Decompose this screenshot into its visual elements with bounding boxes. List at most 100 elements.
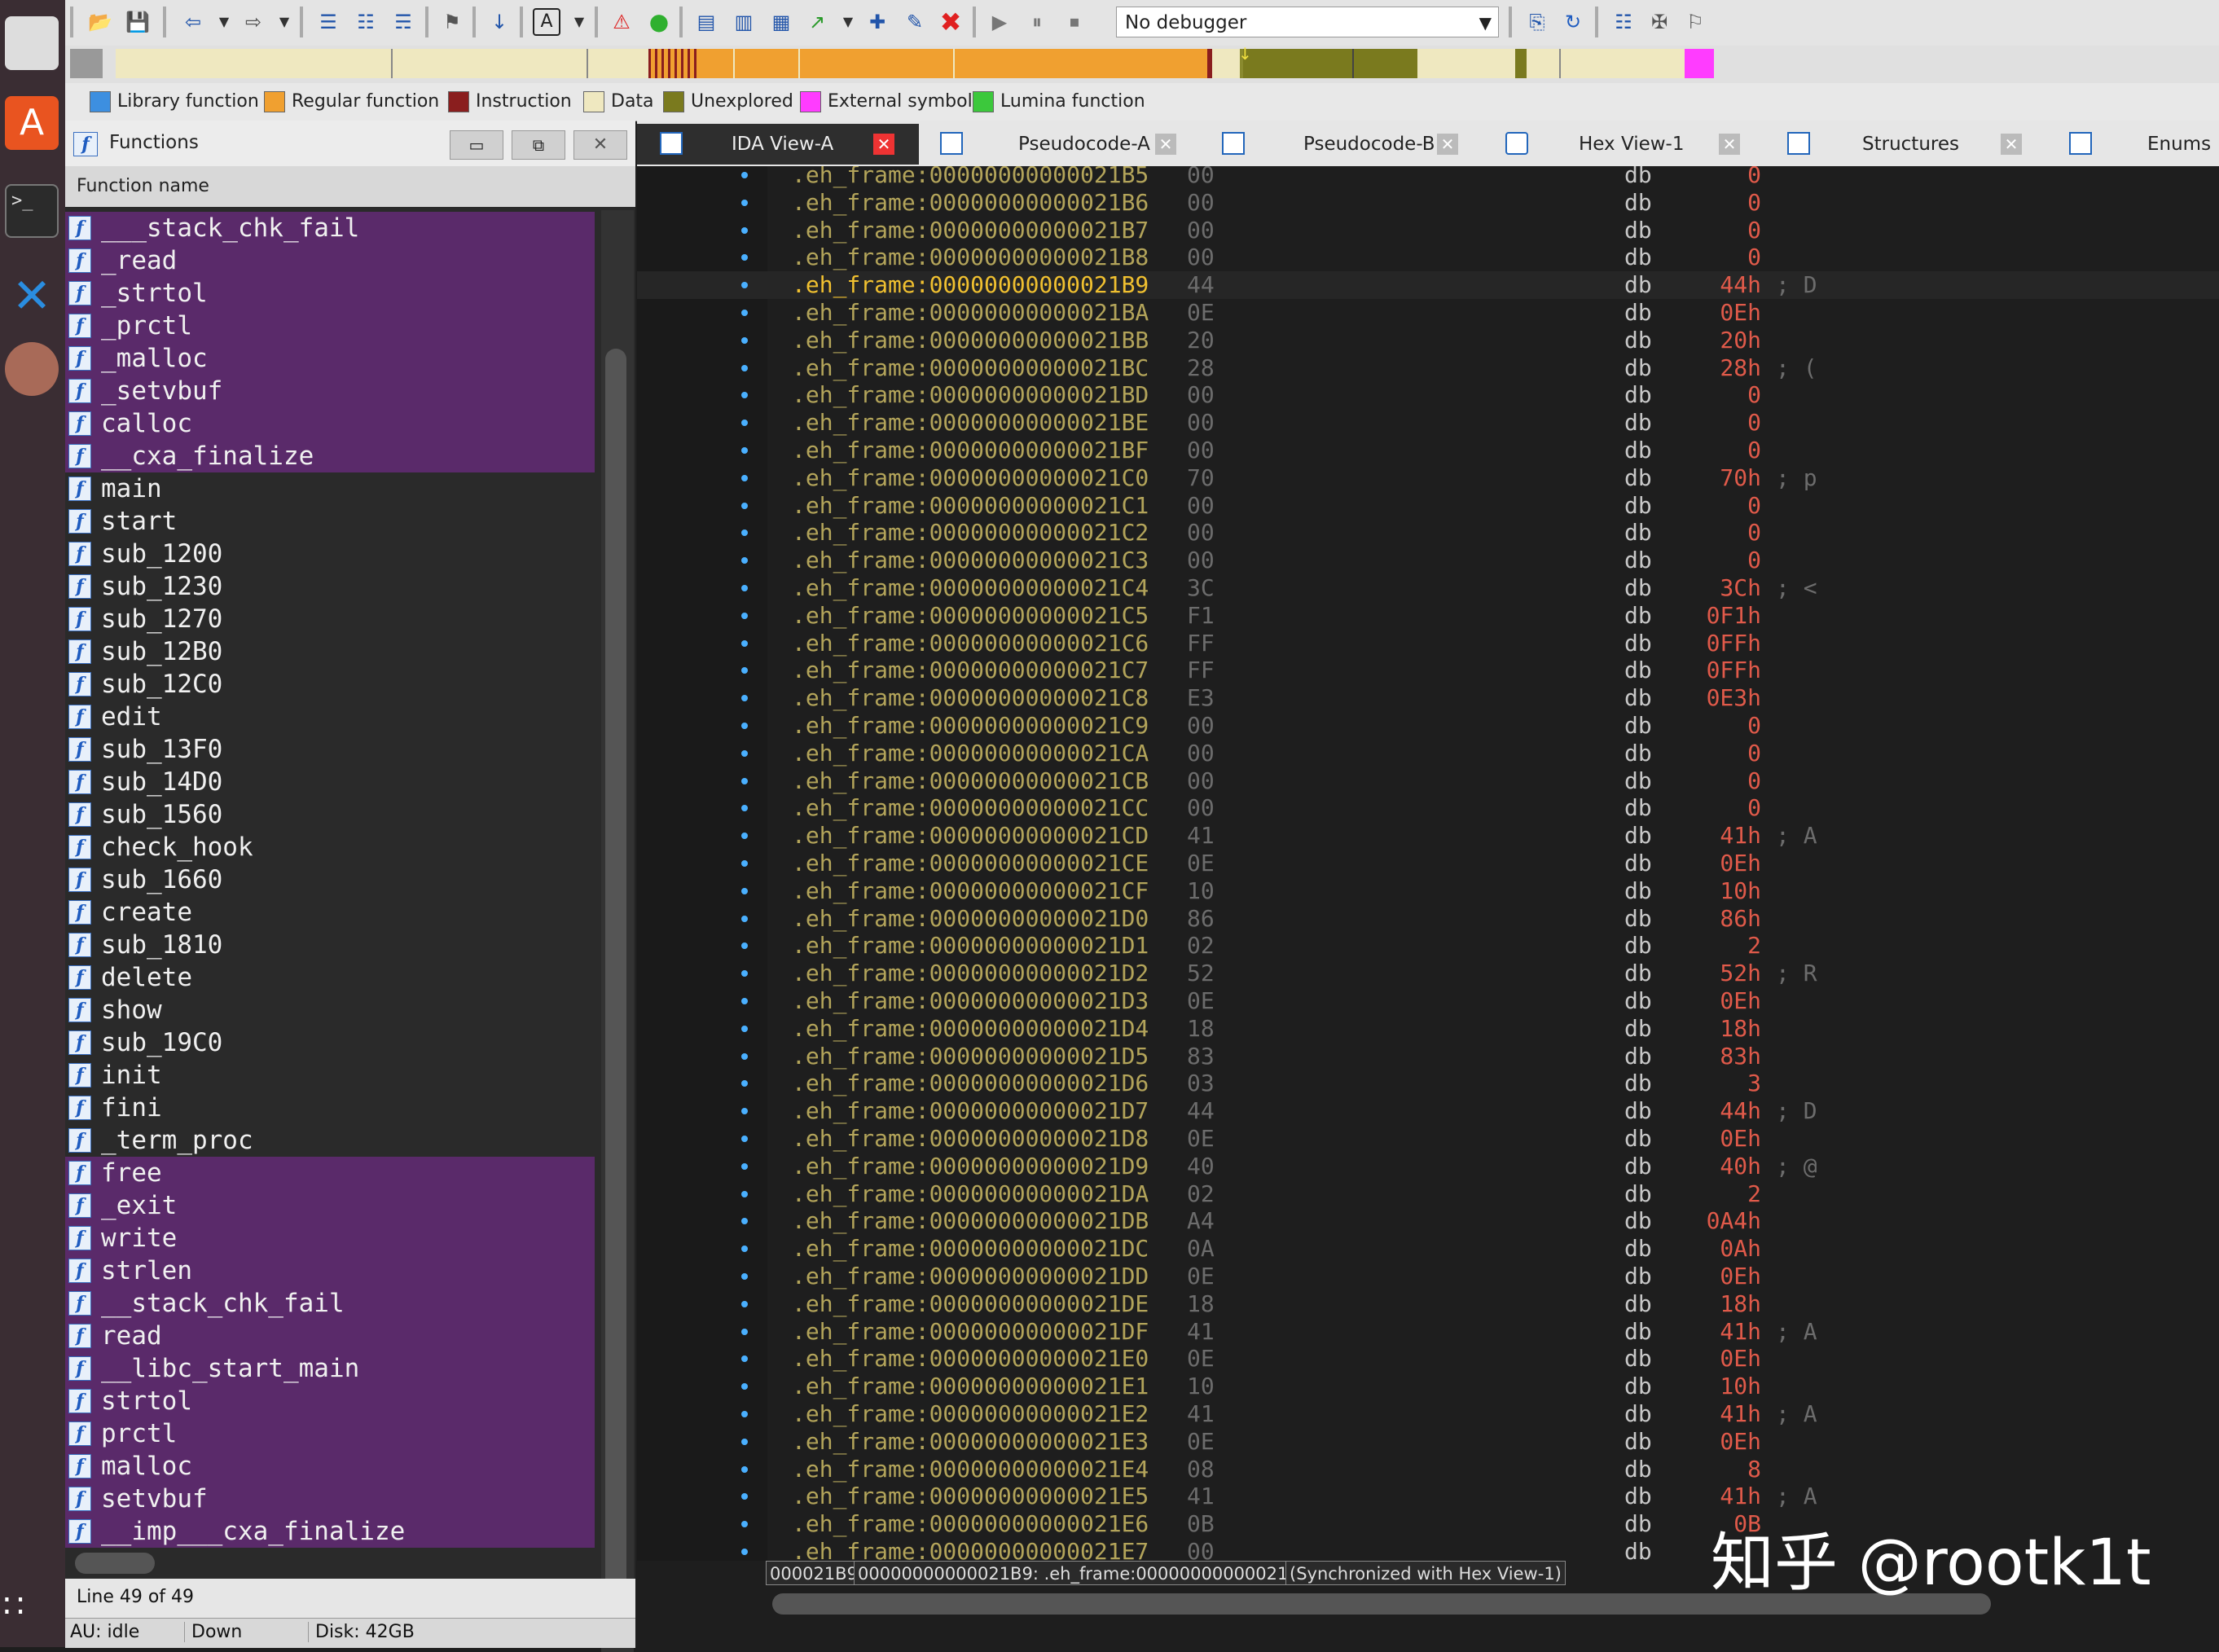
breakpoint-dot-icon[interactable]: [741, 447, 748, 454]
function-list-item[interactable]: f __stack_chk_fail: [65, 1287, 595, 1320]
disassembly-line[interactable]: .eh_frame:00000000000021B8 00 db 0: [637, 244, 2219, 271]
disassembly-line[interactable]: .eh_frame:00000000000021C3 00 db 0: [637, 547, 2219, 574]
close-icon[interactable]: ✕: [1155, 134, 1176, 155]
terminal-icon[interactable]: >_: [5, 184, 59, 238]
breakpoint-dot-icon[interactable]: [741, 474, 748, 481]
play-icon[interactable]: ▶: [986, 8, 1013, 36]
function-list-item[interactable]: f sub_13F0: [65, 733, 595, 766]
text-search-icon[interactable]: A: [533, 8, 560, 36]
breakpoint-dot-icon[interactable]: [741, 887, 748, 894]
function-list-item[interactable]: f sub_12C0: [65, 668, 595, 701]
breakpoint-dot-icon[interactable]: [741, 529, 748, 537]
disassembly-line[interactable]: .eh_frame:00000000000021E1 10 db 10h: [637, 1373, 2219, 1400]
nav-scroll-left[interactable]: [70, 49, 103, 78]
disassembly-line[interactable]: .eh_frame:00000000000021D7 44 db 44h ; D: [637, 1097, 2219, 1125]
breakpoint-dot-icon[interactable]: [741, 777, 748, 784]
back-dropdown-icon[interactable]: ▼: [210, 8, 238, 36]
disassembly-line[interactable]: .eh_frame:00000000000021CB 00 db 0: [637, 767, 2219, 795]
disassembly-line[interactable]: .eh_frame:00000000000021DC 0A db 0Ah: [637, 1235, 2219, 1263]
tab-pseudocode-b[interactable]: Pseudocode-B ✕: [1201, 124, 1483, 165]
breakpoint-dot-icon[interactable]: [741, 915, 748, 922]
function-list-item[interactable]: f sub_1810: [65, 929, 595, 961]
green-run-icon[interactable]: ●: [645, 8, 673, 36]
function-list-item[interactable]: f __libc_start_main: [65, 1352, 595, 1385]
breakpoint-dot-icon[interactable]: [741, 172, 748, 178]
breakpoint-dot-icon[interactable]: [741, 1162, 748, 1170]
breakpoint-dot-icon[interactable]: [741, 695, 748, 702]
disassembly-line[interactable]: .eh_frame:00000000000021C8 E3 db 0E3h: [637, 684, 2219, 712]
warning-icon[interactable]: ⚠: [608, 8, 635, 36]
disassembly-line[interactable]: .eh_frame:00000000000021B7 00 db 0: [637, 217, 2219, 244]
function-list-item[interactable]: f prctl: [65, 1417, 595, 1450]
disassembly-line[interactable]: .eh_frame:00000000000021D1 02 db 2: [637, 932, 2219, 960]
pause-icon[interactable]: ⏸: [1023, 8, 1051, 36]
disassembly-line[interactable]: .eh_frame:00000000000021E5 41 db 41h ; A: [637, 1483, 2219, 1510]
disassembly-line[interactable]: .eh_frame:00000000000021D3 0E db 0Eh: [637, 987, 2219, 1015]
function-list-item[interactable]: f read: [65, 1320, 595, 1352]
breakpoint-dot-icon[interactable]: [741, 860, 748, 867]
disassembly-line[interactable]: .eh_frame:00000000000021D5 83 db 83h: [637, 1043, 2219, 1070]
tab-hex-view-1[interactable]: Hex View-1 ✕: [1483, 124, 1764, 165]
function-list-item[interactable]: f _strtol: [65, 277, 595, 310]
open-icon[interactable]: 📂: [86, 8, 114, 36]
disassembly-line[interactable]: .eh_frame:00000000000021B5 00 db 0: [637, 166, 2219, 189]
disassembly-line[interactable]: .eh_frame:00000000000021D6 03 db 3: [637, 1070, 2219, 1097]
breakpoint-dot-icon[interactable]: [741, 199, 748, 206]
breakpoint-dot-icon[interactable]: [741, 392, 748, 399]
add-icon[interactable]: ✚: [863, 8, 891, 36]
function-list-item[interactable]: f fini: [65, 1092, 595, 1124]
breakpoint-dot-icon[interactable]: [741, 723, 748, 729]
function-list-item[interactable]: f _term_proc: [65, 1124, 595, 1157]
panel-minimize-button[interactable]: ▭: [450, 130, 503, 160]
close-icon[interactable]: ✕: [1719, 134, 1740, 155]
disassembly-line[interactable]: .eh_frame:00000000000021C2 00 db 0: [637, 519, 2219, 547]
breakpoint-dot-icon[interactable]: [741, 1521, 748, 1528]
array-icon[interactable]: ▦: [767, 8, 795, 36]
ida-app-icon[interactable]: [5, 342, 59, 396]
close-icon[interactable]: ✕: [2001, 134, 2022, 155]
breakpoint-dot-icon[interactable]: [741, 1246, 748, 1253]
breakpoint-dot-icon[interactable]: [741, 1328, 748, 1335]
disassembly-line[interactable]: .eh_frame:00000000000021BD 00 db 0: [637, 381, 2219, 409]
function-list-item[interactable]: f _setvbuf: [65, 375, 595, 407]
function-list-item[interactable]: f __imp___cxa_finalize: [65, 1515, 595, 1548]
disassembly-line[interactable]: .eh_frame:00000000000021DE 18 db 18h: [637, 1290, 2219, 1318]
breakpoint-dot-icon[interactable]: [741, 749, 748, 757]
functions-scrollbar-thumb[interactable]: [605, 349, 626, 1619]
function-list-item[interactable]: f sub_1660: [65, 863, 595, 896]
disassembly-line[interactable]: .eh_frame:00000000000021D8 0E db 0Eh: [637, 1125, 2219, 1153]
disassembly-line[interactable]: .eh_frame:00000000000021E2 41 db 41h ; A: [637, 1400, 2219, 1428]
breakpoint-dot-icon[interactable]: [741, 667, 748, 674]
function-list-item[interactable]: f calloc: [65, 407, 595, 440]
function-list-item[interactable]: f strlen: [65, 1254, 595, 1287]
text-view-icon[interactable]: ☷: [352, 8, 380, 36]
disassembly-line[interactable]: .eh_frame:00000000000021CD 41 db 41h ; A: [637, 822, 2219, 850]
breakpoint-dot-icon[interactable]: [741, 1549, 748, 1555]
forward-dropdown-icon[interactable]: ▼: [270, 8, 298, 36]
disassembly-line[interactable]: .eh_frame:00000000000021C7 FF db 0FFh: [637, 657, 2219, 684]
disassembly-line[interactable]: .eh_frame:00000000000021BA 0E db 0Eh: [637, 299, 2219, 327]
panel-close-button[interactable]: ✕: [573, 130, 627, 160]
pin-icon[interactable]: ⚑: [438, 8, 466, 36]
function-list-item[interactable]: f main: [65, 472, 595, 505]
function-list-item[interactable]: f setvbuf: [65, 1483, 595, 1515]
function-list-item[interactable]: f sub_1200: [65, 538, 595, 570]
breakpoint-dot-icon[interactable]: [741, 502, 748, 509]
function-list-item[interactable]: f sub_1560: [65, 798, 595, 831]
function-list-item[interactable]: f _read: [65, 244, 595, 277]
function-name-column-header[interactable]: Function name: [65, 166, 635, 207]
breakpoint-dot-icon[interactable]: [741, 1108, 748, 1115]
software-center-icon[interactable]: A: [5, 96, 59, 150]
disassembly-line[interactable]: .eh_frame:00000000000021E3 0E db 0Eh: [637, 1428, 2219, 1456]
disassembly-line[interactable]: .eh_frame:00000000000021B6 00 db 0: [637, 189, 2219, 217]
function-list-item[interactable]: f __cxa_finalize: [65, 440, 595, 472]
tab-enums[interactable]: Enums: [2046, 124, 2219, 165]
forward-icon[interactable]: ⇨: [239, 8, 267, 36]
breakpoint-dot-icon[interactable]: [741, 805, 748, 812]
function-list-item[interactable]: f write: [65, 1222, 595, 1254]
disassembly-line[interactable]: .eh_frame:00000000000021C5 F1 db 0F1h: [637, 602, 2219, 630]
attach-icon[interactable]: ⎘: [1523, 8, 1551, 36]
disassembly-line[interactable]: .eh_frame:00000000000021CC 00 db 0: [637, 794, 2219, 822]
breakpoint-dot-icon[interactable]: [741, 1300, 748, 1307]
disassembly-line[interactable]: .eh_frame:00000000000021BE 00 db 0: [637, 409, 2219, 437]
